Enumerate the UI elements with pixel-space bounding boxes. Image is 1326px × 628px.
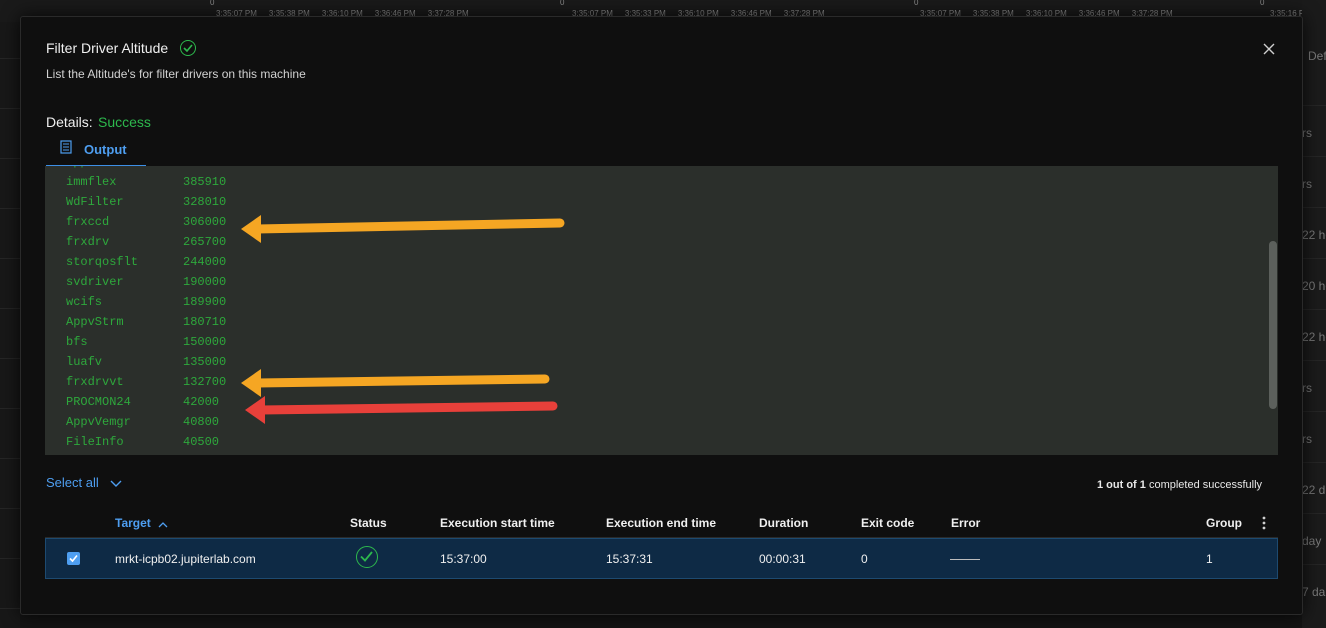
background-left-column [0, 22, 20, 628]
background-cell: rs [1302, 177, 1312, 191]
background-cell: 22 ho [1302, 330, 1326, 344]
summary-count: 1 out of 1 [1097, 479, 1146, 491]
column-options-icon[interactable] [1261, 515, 1267, 531]
orange-arrow-frxdrvvt [241, 369, 550, 397]
close-icon [1263, 43, 1275, 55]
output-console[interactable]: AppvVfs401700immflex385910WdFilter328010… [45, 166, 1278, 455]
tab-output[interactable]: Output [46, 136, 146, 168]
background-cell: 7 da [1302, 585, 1326, 599]
sort-ascending-icon[interactable] [158, 521, 168, 528]
background-cell: 22 ho [1302, 228, 1326, 242]
summary-text: completed successfully [1148, 479, 1263, 491]
details-label: Details: [46, 114, 93, 130]
column-header-target[interactable]: Target [115, 516, 151, 530]
annotation-arrows [241, 215, 565, 424]
row-error-empty [950, 559, 980, 560]
details-status: Success [98, 114, 151, 130]
orange-arrow-frxccd [241, 215, 565, 243]
status-success-icon [356, 546, 378, 568]
background-cell: rs [1302, 432, 1312, 446]
column-header-error[interactable]: Error [951, 516, 980, 530]
row-checkbox[interactable] [67, 552, 80, 565]
tab-output-label: Output [84, 142, 127, 157]
success-check-icon [180, 40, 196, 56]
chevron-down-icon[interactable] [110, 480, 122, 488]
background-cell: 20 ho [1302, 279, 1326, 293]
background-cell: 22 d [1302, 483, 1326, 497]
chart-zero-label: 0 [1260, 0, 1265, 7]
background-cell: day [1302, 534, 1322, 548]
completion-summary: 1 out of 1 completed successfully [1097, 479, 1262, 491]
column-header-duration[interactable]: Duration [759, 516, 808, 530]
column-header-exit-code[interactable]: Exit code [861, 516, 914, 530]
row-duration: 00:00:31 [759, 552, 806, 566]
background-right-column: Def rs rs 22 ho 20 ho 22 ho rs rs 22 d d… [1302, 0, 1326, 628]
results-table-header: Target Status Execution start time Execu… [45, 511, 1278, 538]
checkmark-icon [69, 554, 78, 563]
red-arrow-procmon24 [245, 396, 558, 424]
chart-zero-label: 0 [914, 0, 919, 7]
column-header-group[interactable]: Group [1206, 516, 1242, 530]
background-cell: Def [1308, 49, 1326, 63]
row-end-time: 15:37:31 [606, 552, 653, 566]
chart-zero-label: 0 [210, 0, 215, 7]
chart-zero-label: 0 [560, 0, 565, 7]
row-exit-code: 0 [861, 552, 868, 566]
row-group: 1 [1206, 552, 1213, 566]
document-icon [60, 140, 72, 154]
filter-driver-dialog: Filter Driver Altitude List the Altitude… [20, 16, 1303, 615]
row-start-time: 15:37:00 [440, 552, 487, 566]
select-all-button[interactable]: Select all [46, 475, 99, 490]
column-header-end-time[interactable]: Execution end time [606, 516, 716, 530]
close-button[interactable] [1261, 41, 1277, 57]
dialog-title: Filter Driver Altitude [46, 40, 169, 56]
background-cell: rs [1302, 381, 1312, 395]
column-header-status[interactable]: Status [350, 516, 387, 530]
background-cell: rs [1302, 126, 1312, 140]
dialog-subtitle: List the Altitude's for filter drivers o… [46, 67, 306, 81]
table-row[interactable]: mrkt-icpb02.jupiterlab.com 15:37:00 15:3… [45, 538, 1278, 579]
column-header-start-time[interactable]: Execution start time [440, 516, 555, 530]
row-target: mrkt-icpb02.jupiterlab.com [115, 552, 256, 566]
